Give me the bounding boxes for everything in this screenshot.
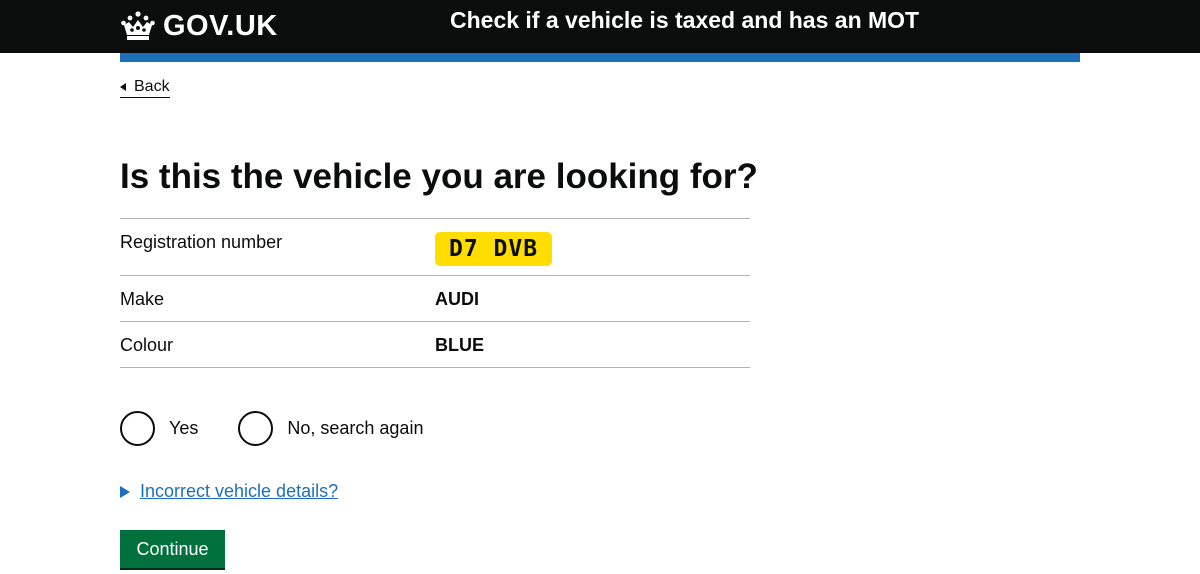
vehicle-summary-list: Registration number D7 DVB Make AUDI Col…	[120, 218, 750, 368]
summary-row-colour: Colour BLUE	[120, 322, 750, 368]
registration-key: Registration number	[120, 232, 283, 252]
summary-row-make: Make AUDI	[120, 276, 750, 322]
registration-plate: D7 DVB	[435, 232, 553, 266]
incorrect-details-summary[interactable]: Incorrect vehicle details?	[140, 481, 338, 502]
radio-yes-input[interactable]	[120, 411, 155, 446]
page-title: Is this the vehicle you are looking for?	[120, 157, 758, 196]
back-link[interactable]: Back	[120, 77, 170, 98]
back-chevron-icon	[120, 82, 126, 91]
vehicle-confirmation-radios: Yes No, search again	[120, 411, 463, 446]
incorrect-details-toggle[interactable]: Incorrect vehicle details?	[120, 481, 338, 502]
header-blue-bar	[120, 53, 1080, 62]
continue-button[interactable]: Continue	[120, 530, 225, 568]
service-name-link[interactable]: Check if a vehicle is taxed and has an M…	[450, 7, 919, 34]
govuk-logo-link[interactable]: GOV.UK	[120, 9, 278, 43]
details-triangle-icon	[120, 485, 130, 498]
radio-no-label[interactable]: No, search again	[287, 418, 423, 439]
registration-value: D7 DVB	[435, 219, 750, 275]
colour-value: BLUE	[435, 335, 484, 355]
radio-no-input[interactable]	[238, 411, 274, 446]
radio-yes[interactable]: Yes	[120, 411, 198, 446]
header: GOV.UK Check if a vehicle is taxed and h…	[0, 0, 1200, 53]
crown-icon	[121, 11, 155, 40]
back-link-label: Back	[134, 78, 170, 95]
make-key: Make	[120, 289, 165, 309]
logo-text: GOV.UK	[163, 9, 278, 42]
radio-no-search-again[interactable]: No, search again	[238, 411, 423, 446]
colour-key: Colour	[120, 335, 174, 355]
summary-row-registration: Registration number D7 DVB	[120, 219, 750, 276]
make-value: AUDI	[435, 289, 479, 309]
radio-yes-label[interactable]: Yes	[169, 418, 198, 439]
